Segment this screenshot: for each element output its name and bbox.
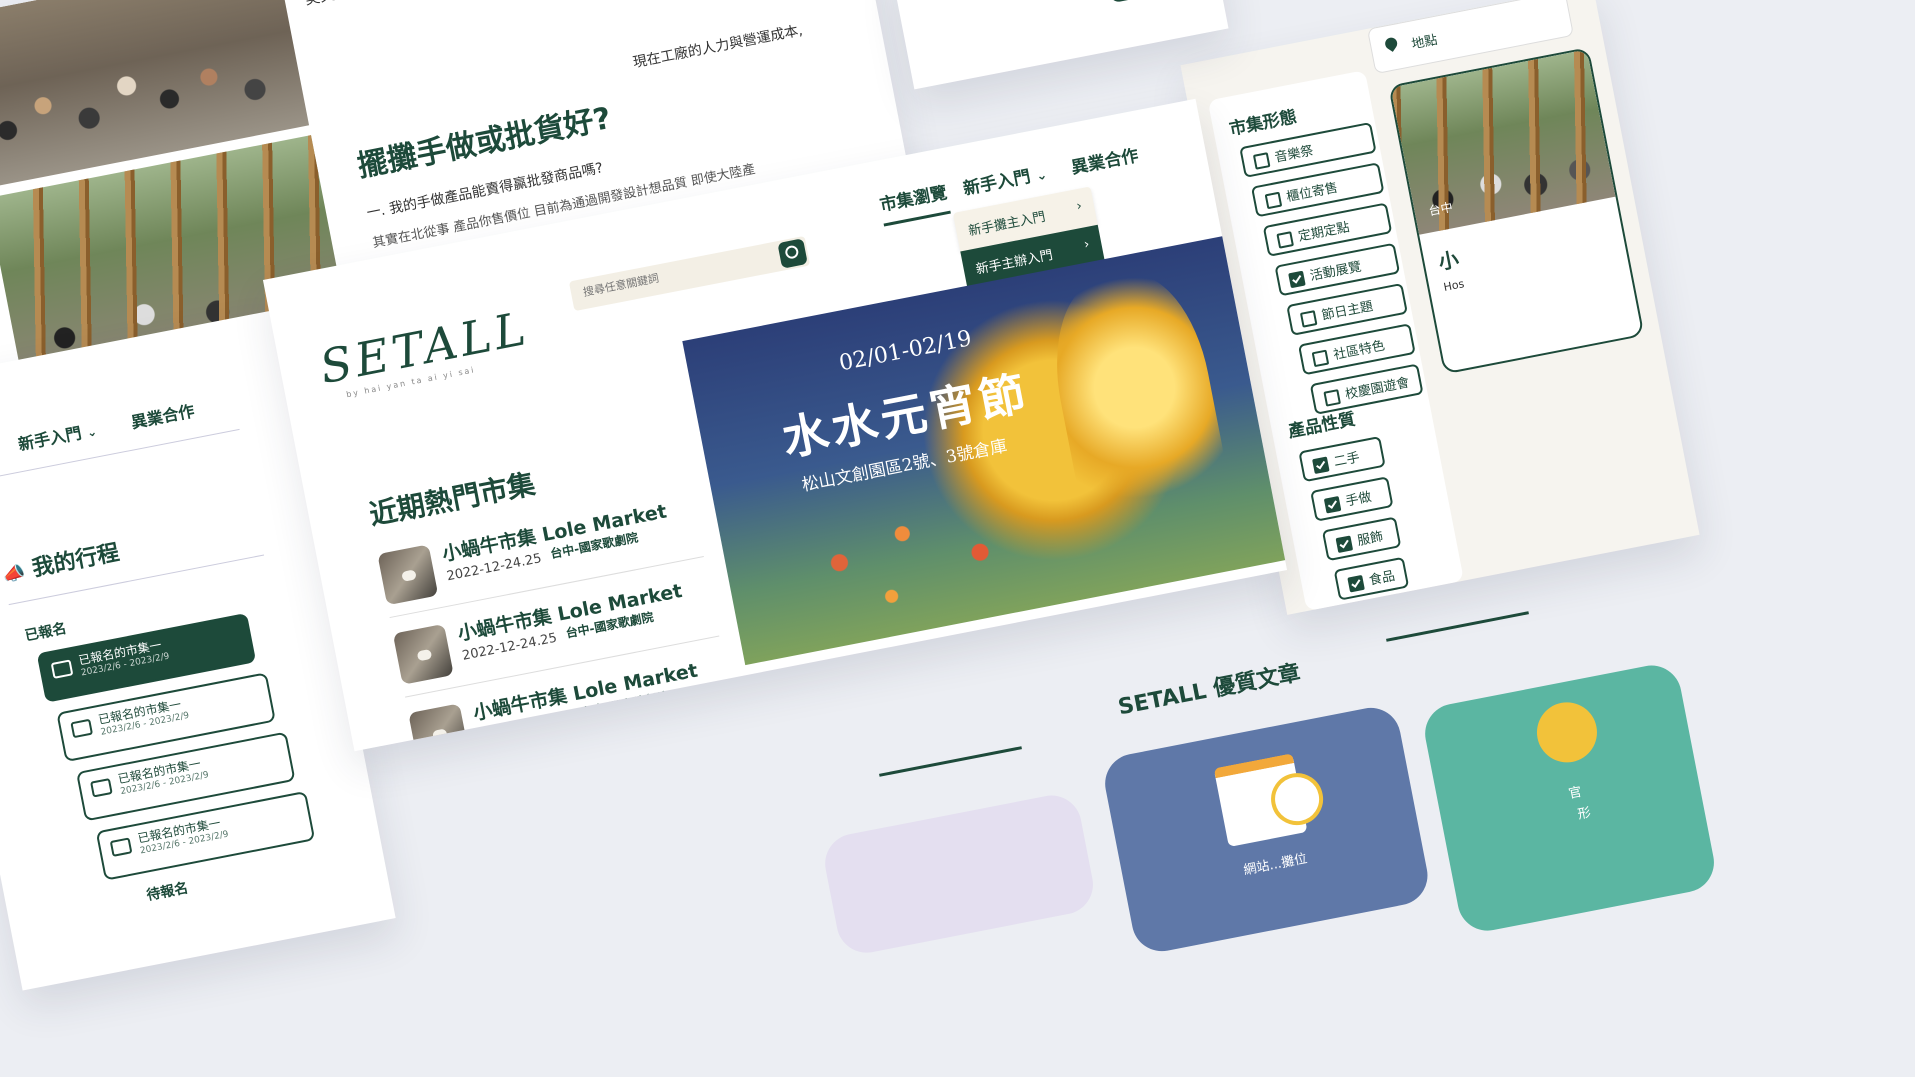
market-preview-photo [1390,49,1616,235]
market-type-label: 校慶園遊會 [1344,375,1411,403]
inbox-icon [70,718,94,739]
checkbox-icon[interactable] [1288,270,1306,289]
chevron-right-icon: › [1075,198,1084,215]
checkbox-icon[interactable] [1299,310,1318,328]
search-bar[interactable] [568,235,811,312]
checkbox-icon[interactable] [1335,535,1354,554]
megaphone-icon: 📣 [1,561,28,587]
search-button[interactable] [777,238,808,269]
article-card-lilac [820,790,1099,958]
article-snippet-top: 美又大碗的.… [303,0,400,10]
market-type-label: 櫃位寄售 [1285,180,1340,206]
product-type-label: 二手 [1332,450,1362,471]
checkbox-icon[interactable] [1252,152,1271,170]
article-card-teal[interactable]: 官 形 [1420,660,1720,936]
market-type-label: 音樂祭 [1273,143,1315,166]
article-card-teal-caption-1: 官 [1567,784,1584,803]
registered-label: 已報名 [23,620,68,645]
product-type-list: 二手手做服飾食品 [1298,435,1411,613]
nav-partner[interactable]: 異業合作 [1069,141,1141,179]
product-type-option[interactable]: 食品 [1333,556,1410,601]
nav-beginner-label: 新手入門 [961,166,1033,200]
checkbox-icon[interactable] [1276,231,1294,249]
schedule-title: 📣 我的行程 [0,534,122,588]
checkbox-icon[interactable] [1264,191,1283,210]
deco-line-1 [879,746,1022,777]
nav-beginner[interactable]: 新手入門 ⌄ [16,416,99,455]
top-fragment-card [891,0,1229,90]
nav-beginner[interactable]: 新手入門 ⌄ [961,159,1049,200]
market-type-list: 音樂祭櫃位寄售定期定點活動展覽節日主題社區特色校慶園遊會 [1239,121,1425,429]
preview-title: 小 [1436,246,1461,275]
product-type-option[interactable]: 手做 [1310,476,1394,522]
top-fragment-button[interactable] [1108,0,1191,4]
preview-subtitle: Hos [1442,277,1466,294]
market-type-title: 市集形態 [1227,107,1299,140]
corgi-illustration [1531,697,1603,768]
market-thumbnail [377,544,439,606]
checkbox-icon[interactable] [1323,495,1342,514]
market-type-label: 定期定點 [1297,220,1351,245]
market-type-option[interactable]: 校慶園遊會 [1309,363,1424,415]
chevron-right-icon: › [1082,236,1091,253]
product-type-label: 手做 [1344,489,1373,510]
article-intro: 現在工廠的人力與營運成本, [631,22,805,72]
schedule-title-text: 我的行程 [30,540,122,582]
market-type-label: 社區特色 [1332,338,1387,364]
articles-section-title: SETALL 優質文章 [1116,660,1303,721]
nav-browse[interactable]: 市集瀏覽 [877,178,951,227]
location-pin-icon [1382,35,1400,52]
inbox-icon [90,778,113,798]
market-type-label: 活動展覽 [1308,259,1363,285]
article-card-blue[interactable]: 網站...攤位 [1100,702,1433,957]
checkbox-icon[interactable] [1323,389,1341,407]
deco-line-2 [1386,611,1529,642]
location-label: 地點 [1410,32,1439,53]
market-thumbnail [392,623,454,685]
schedule-list: 已報名的市集一 2023/2/6 - 2023/2/9 已報名的市集一 2023/2/… [36,608,318,897]
inbox-icon [109,837,133,857]
site-logo[interactable]: SETALL by hai yan ta ai yi sai [316,301,536,403]
product-type-label: 服飾 [1356,529,1385,550]
market-preview-card[interactable]: 台中 小 Hos [1388,47,1645,375]
nav-partner[interactable]: 異業合作 [129,397,196,433]
hot-market-list: 小蝸牛市集 Lole Market 2022-12-24.25 台中-國家歌劇院 小蝸… [376,487,736,752]
dropdown-item-label: 新手攤主入門 [967,209,1047,240]
chevron-down-icon: ⌄ [1034,167,1049,185]
product-type-option[interactable]: 服飾 [1321,516,1402,562]
lantern-rabbit-illustration [1039,263,1241,567]
article-card-teal-caption-2: 形 [1576,805,1593,823]
market-thumbnail [408,703,470,752]
search-icon [784,244,800,260]
product-type-label: 食品 [1367,568,1397,589]
checkbox-icon[interactable] [1347,574,1365,593]
chevron-down-icon: ⌄ [85,424,99,440]
article-card-caption: 網站...攤位 [1242,851,1309,879]
inbox-icon [50,659,74,679]
checkbox-icon[interactable] [1312,456,1330,475]
checkbox-icon[interactable] [1311,349,1330,368]
event-banner[interactable]: 02/01-02/19 水水元宵節 松山文創園區2號、3號倉庫 [682,234,1288,666]
nav-beginner-label: 新手入門 [16,423,84,455]
market-type-label: 節日主題 [1320,299,1375,324]
product-type-option[interactable]: 二手 [1298,435,1386,483]
search-input[interactable] [580,249,774,301]
